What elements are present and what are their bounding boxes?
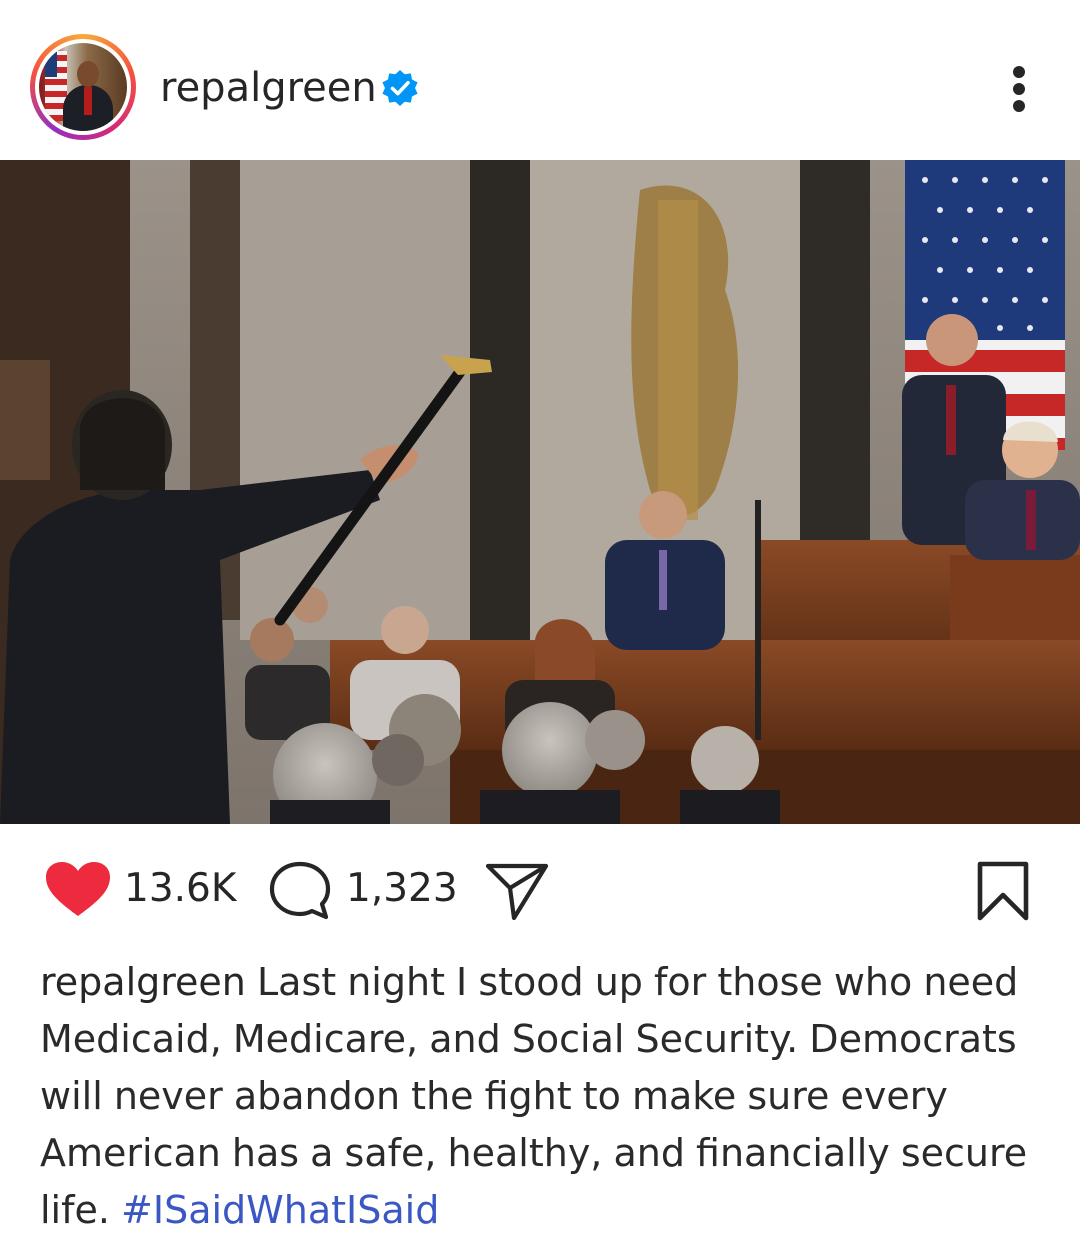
caption-hashtag-link[interactable]: #ISaidWhatISaid [121,1188,439,1232]
avatar-person-tie [84,87,92,115]
avatar-image [39,43,127,131]
comment-bubble-icon[interactable] [268,860,332,922]
caption-username[interactable]: repalgreen [40,960,246,1004]
like-count[interactable]: 13.6K [124,864,236,914]
username-link[interactable]: repalgreen [160,64,377,112]
post-header: repalgreen [0,0,1080,160]
paper-plane-icon[interactable] [484,860,552,922]
avatar-person-head [77,61,99,87]
post-image[interactable] [0,160,1080,824]
more-dot [1013,100,1025,112]
heart-icon[interactable] [44,860,112,920]
post-photo-illustration [0,160,1080,824]
comment-count[interactable]: 1,323 [346,864,458,914]
verified-badge-icon [382,70,418,106]
more-dot [1013,83,1025,95]
post-caption: repalgreen Last night I stood up for tho… [40,954,1050,1239]
more-dot [1013,66,1025,78]
profile-avatar[interactable] [30,34,136,140]
avatar-ring-gap [35,39,131,135]
bookmark-icon[interactable] [976,860,1030,922]
more-options-icon[interactable] [1004,64,1034,114]
